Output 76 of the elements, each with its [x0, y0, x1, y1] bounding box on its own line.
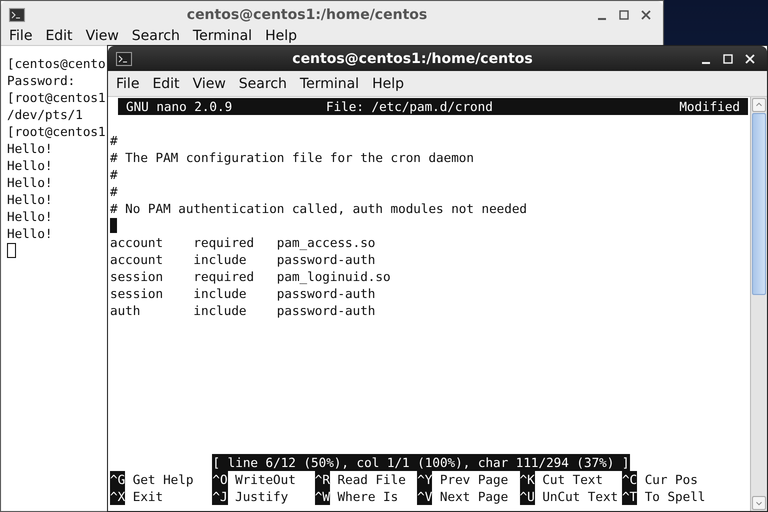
status-message: [ line 6/12 (50%), col 1/1 (100%), char 111/294 (37%) ] — [212, 454, 630, 471]
close-icon — [641, 10, 651, 20]
shortcut-label: Cut Text — [541, 471, 603, 488]
shortcut-label: Next Page — [438, 488, 508, 505]
menu-item[interactable]: Help — [372, 76, 404, 92]
terminal-line: # The PAM configuration file for the cron daemon — [110, 150, 474, 165]
menu-item[interactable]: Edit — [45, 28, 73, 44]
terminal-line: [centos@cento — [7, 56, 106, 71]
version-label: GNU nano 2.0.9 — [126, 98, 234, 115]
shortcut-label: Justify — [234, 488, 288, 505]
terminal-line: [root@centos1 — [7, 90, 106, 105]
shortcut-key: ^Y — [417, 471, 432, 488]
window-title: centos@centos1:/home/centos — [291, 50, 534, 66]
shortcut-label: Cur Pos — [644, 471, 698, 488]
text-cursor — [7, 243, 16, 258]
text-cursor — [110, 218, 117, 233]
shortcut-key: ^V — [417, 488, 432, 505]
shortcut-label: UnCut Text — [541, 488, 618, 505]
terminal-line: session required pam_loginuid.so — [110, 269, 391, 284]
shortcut-label: Exit — [132, 488, 164, 505]
shortcut-key: ^T — [622, 488, 638, 505]
menu-item[interactable]: File — [116, 76, 140, 92]
maximize-icon — [619, 10, 629, 20]
terminal-line: Hello! — [7, 209, 52, 224]
terminal-line: # No PAM authentication called, auth modules not needed — [110, 201, 528, 216]
menu-item[interactable]: Edit — [152, 76, 180, 92]
menu-item[interactable]: Search — [132, 28, 180, 44]
terminal-line: session include password-auth — [110, 286, 376, 301]
terminal-icon — [116, 52, 132, 66]
shortcut-label: To Spell — [644, 488, 706, 505]
menu-item[interactable]: Terminal — [192, 28, 252, 44]
scroll-down-icon[interactable] — [752, 496, 766, 510]
terminal-line: # — [110, 133, 118, 148]
shortcut-label: WriteOut — [234, 471, 296, 488]
terminal-line: account include password-auth — [110, 252, 376, 267]
minimize-icon — [702, 62, 710, 64]
shortcut-label: Get Help — [132, 471, 194, 488]
shortcut-key: ^K — [520, 471, 535, 488]
close-icon — [745, 54, 755, 64]
terminal-line: account required pam_access.so — [110, 235, 376, 250]
terminal-line: Hello! — [7, 158, 52, 173]
menu-item[interactable]: Search — [238, 76, 287, 92]
terminal-line: Hello! — [7, 192, 52, 207]
terminal-icon — [9, 8, 25, 22]
modified-label: Modified — [679, 98, 740, 115]
menu-item[interactable]: File — [9, 28, 32, 44]
shortcut-label: Prev Page — [438, 471, 508, 488]
shortcut-key: ^U — [520, 488, 535, 505]
terminal-line: Hello! — [7, 175, 52, 190]
terminal-line: # — [110, 184, 118, 199]
scroll-up-icon[interactable] — [752, 98, 766, 112]
terminal-line: Password: — [7, 73, 76, 88]
shortcut-key: ^X — [110, 488, 126, 505]
file-label: File: /etc/pam.d/crond — [326, 98, 494, 115]
window-title: centos@centos1:/home/centos — [186, 6, 428, 22]
shortcut-key: ^G — [110, 471, 126, 488]
menu-item[interactable]: Help — [265, 28, 297, 44]
menu-item[interactable]: View — [86, 28, 119, 44]
terminal-line: Hello! — [7, 226, 52, 241]
menu-item[interactable]: Terminal — [300, 76, 360, 92]
terminal-line: Hello! — [7, 141, 52, 156]
shortcut-key: ^R — [314, 471, 330, 488]
menu-item[interactable]: View — [192, 76, 226, 92]
minimize-icon — [598, 18, 606, 20]
shortcut-key: ^W — [314, 488, 330, 505]
terminal-line: # — [110, 167, 118, 182]
shortcut-key: ^O — [212, 471, 228, 488]
terminal-line: auth include password-auth — [110, 303, 376, 318]
scroll-thumb[interactable] — [752, 113, 766, 295]
terminal-line: /dev/pts/1 — [7, 107, 83, 122]
terminal-line: [root@centos1 — [7, 124, 106, 139]
shortcut-label: Read File — [336, 471, 406, 488]
maximize-icon — [723, 54, 733, 64]
shortcut-key: ^J — [212, 488, 228, 505]
shortcut-key: ^C — [622, 471, 638, 488]
shortcut-label: Where Is — [336, 488, 398, 505]
